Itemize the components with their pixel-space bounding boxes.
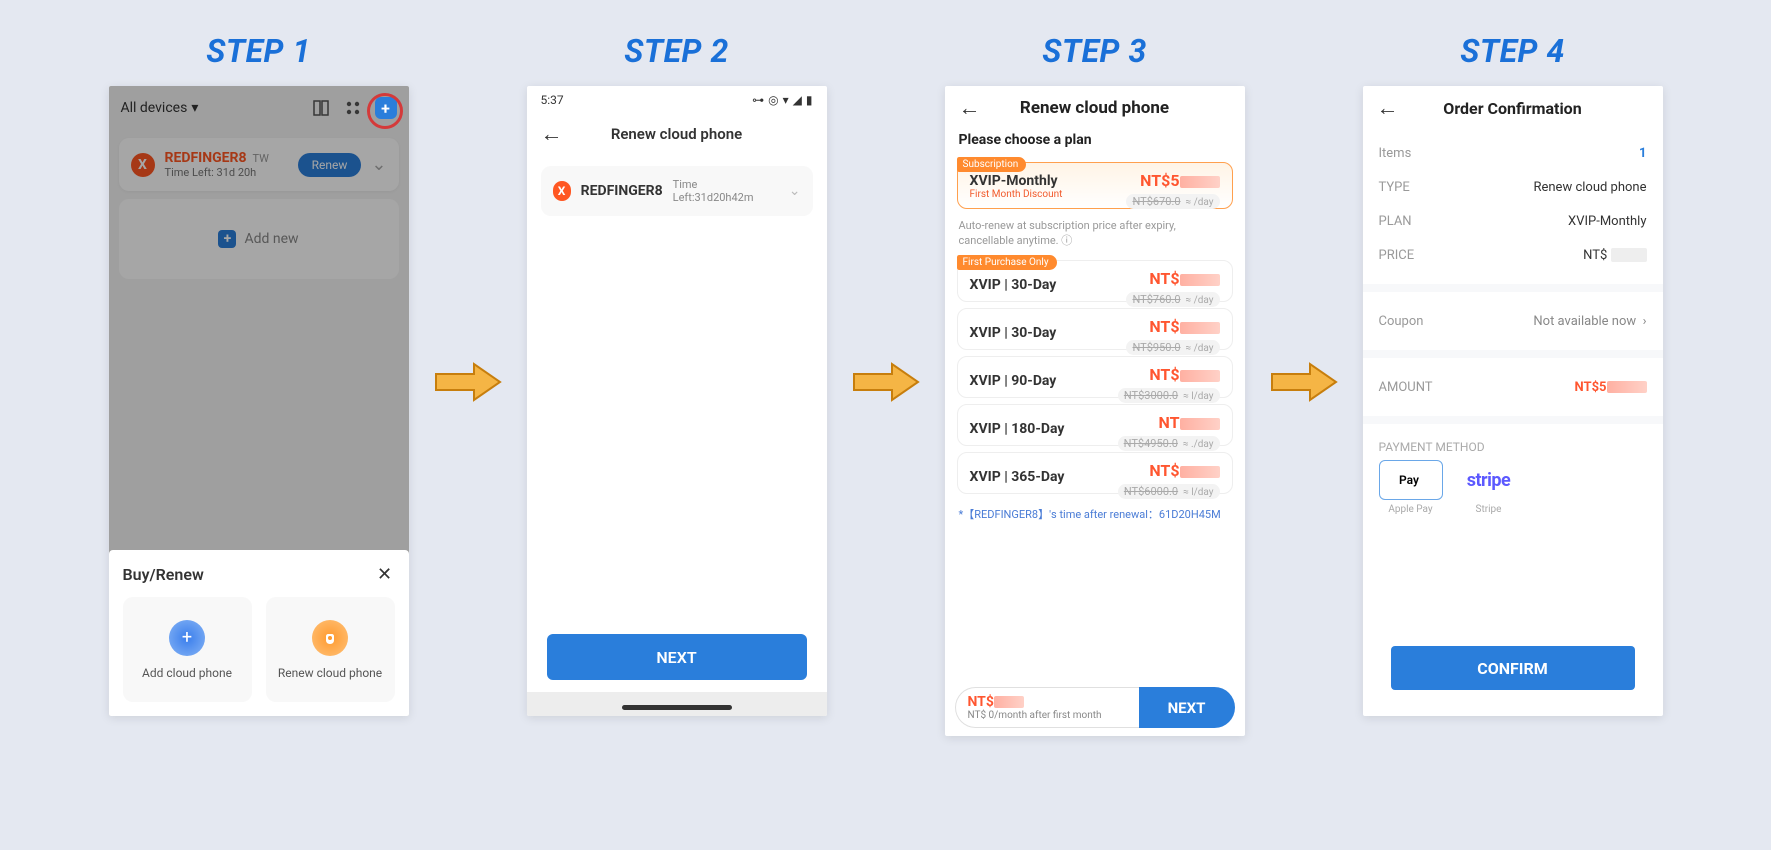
items-value: 1 [1639, 146, 1646, 161]
coupon-value: Not available now › [1533, 314, 1646, 329]
plan-strike: NT$4950.0 [1124, 437, 1178, 450]
footer-price-box: NT$ NT$ 0/month after first month [955, 687, 1139, 728]
plan-strike: NT$3000.0 [1124, 389, 1178, 402]
back-icon[interactable]: ← [1377, 95, 1399, 121]
close-icon[interactable]: ✕ [375, 564, 395, 585]
plan-price: NT$ [1118, 365, 1220, 384]
link-icon: ⊶ [752, 93, 764, 107]
plan-30-first[interactable]: First Purchase Only NT$ NT$760.0 ≈ /day … [957, 260, 1233, 302]
step2-phone: 5:37 ⊶ ◎ ▾ ◢ ▮ ← Renew cloud phone X RED… [527, 86, 827, 716]
back-icon[interactable]: ← [959, 95, 981, 121]
payment-applepay[interactable]: Pay Apple Pay [1379, 460, 1443, 515]
arrow-2 [851, 32, 921, 732]
brand-badge-icon: X [553, 181, 571, 201]
next-button[interactable]: NEXT [547, 634, 807, 680]
plan-per: ≈ l/day [1183, 391, 1213, 402]
amount-label: AMOUNT [1379, 380, 1433, 395]
plan-price: NT$ [1118, 461, 1220, 480]
svg-text:Pay: Pay [1399, 473, 1419, 487]
plan-monthly[interactable]: Subscription XVIP-Monthly First Month Di… [957, 162, 1233, 209]
items-label: Items [1379, 146, 1412, 161]
footer-price-note: NT$ 0/month after first month [968, 710, 1127, 721]
back-icon[interactable]: ← [541, 121, 563, 147]
sheet-title: Buy/Renew [123, 565, 204, 584]
device-row[interactable]: X REDFINGER8 Time Left:31d20h42m ⌄ [541, 166, 813, 216]
renew-phone-icon [312, 620, 348, 656]
auto-renew-note: Auto-renew at subscription price after e… [945, 215, 1245, 254]
price-label: PRICE [1379, 248, 1415, 263]
chevron-down-icon: ⌄ [789, 183, 801, 199]
plan-per: ≈ /day [1186, 343, 1214, 354]
arrow-1 [433, 32, 503, 732]
plan-price: NT$ [1126, 317, 1219, 336]
step2-title: STEP 2 [624, 32, 729, 70]
plan-per: ≈ ./day [1183, 439, 1214, 450]
step3-title: STEP 3 [1042, 32, 1147, 70]
payment-stripe[interactable]: stripe Stripe [1457, 460, 1521, 515]
plan-price: NT$5 [1126, 171, 1219, 190]
plan-per: ≈ l/day [1183, 487, 1213, 498]
renewal-note: *【REDFINGER8】's time after renewal：61D20… [945, 500, 1245, 528]
device-name: REDFINGER8 [581, 183, 663, 199]
plan-strike: NT$760.0 [1132, 293, 1180, 306]
plan-price: NT [1118, 413, 1220, 432]
type-label: TYPE [1379, 180, 1410, 195]
coupon-label: Coupon [1379, 314, 1424, 329]
plan-90[interactable]: NT$ NT$3000.0 ≈ l/day XVIP | 90-Day [957, 356, 1233, 398]
page-title: Renew cloud phone [1020, 98, 1169, 118]
step1-phone: All devices ▾ + X [109, 86, 409, 716]
statusbar-icons: ⊶ ◎ ▾ ◢ ▮ [752, 93, 812, 107]
plan-strike: NT$950.0 [1132, 341, 1180, 354]
signal-icon: ◢ [793, 93, 802, 107]
choose-plan-label: Please choose a plan [945, 130, 1245, 156]
page-title: Renew cloud phone [611, 125, 742, 143]
step4-phone: ← Order Confirmation Items 1 TYPE Renew cl… [1363, 86, 1663, 716]
statusbar-time: 5:37 [541, 93, 564, 107]
subscription-tag: Subscription [957, 157, 1027, 172]
wifi-icon: ▾ [783, 93, 789, 107]
first-purchase-tag: First Purchase Only [957, 255, 1057, 270]
renew-cloud-phone-option[interactable]: Renew cloud phone [266, 597, 395, 702]
home-indicator [622, 705, 732, 710]
next-button[interactable]: NEXT [1139, 687, 1235, 728]
footer-price: NT$ [968, 694, 1127, 710]
add-phone-icon: + [169, 620, 205, 656]
amount-value: NT$5 [1575, 380, 1647, 395]
applepay-icon: Pay [1379, 460, 1443, 500]
step3-phone: ← Renew cloud phone Please choose a plan… [945, 86, 1245, 736]
highlight-circle [367, 93, 403, 129]
buy-renew-sheet: Buy/Renew ✕ + Add cloud phone Renew clou… [109, 550, 409, 716]
arrow-3 [1269, 32, 1339, 732]
device-timeleft: Time Left:31d20h42m [673, 178, 771, 204]
price-value: NT$ [1583, 248, 1646, 263]
applepay-caption: Apple Pay [1388, 504, 1432, 515]
plan-price: NT$ [1126, 269, 1219, 288]
plan-365[interactable]: NT$ NT$6000.0 ≈ l/day XVIP | 365-Day [957, 452, 1233, 494]
coupon-row[interactable]: Coupon Not available now › [1379, 304, 1647, 338]
battery-icon: ▮ [806, 93, 813, 107]
step1-title: STEP 1 [206, 32, 311, 70]
plan-180[interactable]: NT NT$4950.0 ≈ ./day XVIP | 180-Day [957, 404, 1233, 446]
plan-label: PLAN [1379, 214, 1412, 229]
type-value: Renew cloud phone [1533, 180, 1646, 195]
add-cloud-phone-option[interactable]: + Add cloud phone [123, 597, 252, 702]
stripe-icon: stripe [1457, 460, 1521, 500]
payment-method-label: PAYMENT METHOD [1363, 430, 1663, 460]
plan-per: ≈ /day [1186, 197, 1214, 208]
step4-title: STEP 4 [1460, 32, 1565, 70]
renew-phone-label: Renew cloud phone [278, 666, 382, 680]
confirm-button[interactable]: CONFIRM [1391, 646, 1635, 690]
plan-strike: NT$670.0 [1132, 195, 1180, 208]
plan-per: ≈ /day [1186, 295, 1214, 306]
vpn-icon: ◎ [768, 93, 778, 107]
stripe-caption: Stripe [1476, 504, 1502, 515]
plan-30[interactable]: NT$ NT$950.0 ≈ /day XVIP | 30-Day [957, 308, 1233, 350]
add-phone-label: Add cloud phone [142, 666, 232, 680]
plan-strike: NT$6000.0 [1124, 485, 1178, 498]
page-title: Order Confirmation [1443, 99, 1581, 118]
plan-value: XVIP-Monthly [1568, 214, 1647, 229]
